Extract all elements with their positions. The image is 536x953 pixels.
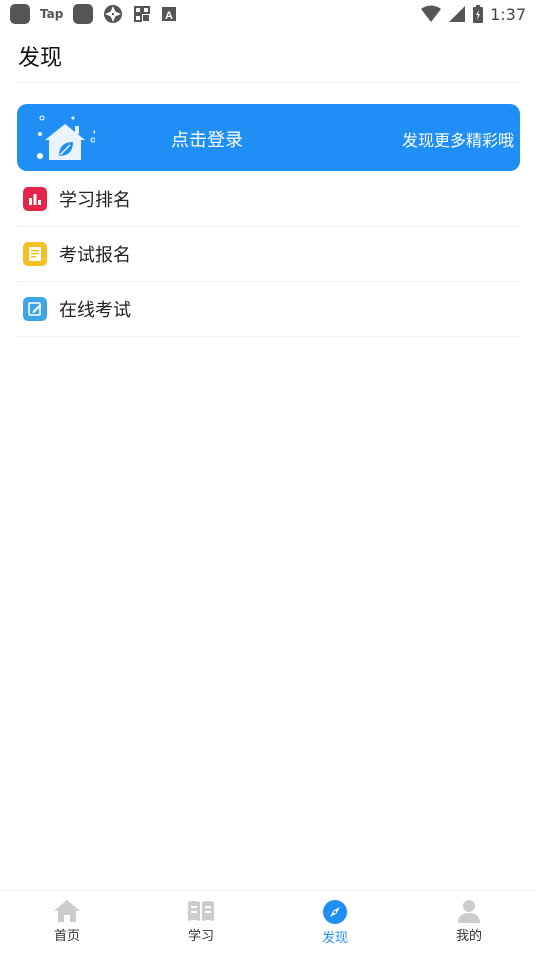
menu-item-learning-ranking[interactable]: 学习排名 <box>17 172 520 227</box>
house-leaf-icon <box>37 115 95 160</box>
login-banner[interactable]: 点击登录 发现更多精彩哦 <box>17 104 520 171</box>
nav-home[interactable]: 首页 <box>0 891 134 953</box>
signal-icon <box>449 6 466 22</box>
app-icon <box>10 4 30 24</box>
document-icon <box>23 242 47 266</box>
edit-icon <box>23 297 47 321</box>
bottom-nav: 首页 学习 发现 我的 <box>0 890 536 953</box>
a-icon: A <box>162 7 177 22</box>
page-title: 发现 <box>18 46 63 71</box>
svg-text:A: A <box>165 10 173 22</box>
home-icon <box>54 900 80 922</box>
compass-icon <box>323 900 347 924</box>
nav-label: 学习 <box>187 929 214 944</box>
menu-list: 学习排名 考试报名 在线考试 <box>17 172 520 337</box>
aperture-icon <box>104 5 123 23</box>
grid-icon <box>134 6 151 22</box>
login-text[interactable]: 点击登录 <box>171 126 243 152</box>
battery-icon <box>473 5 484 23</box>
menu-item-label: 在线考试 <box>59 300 131 321</box>
menu-item-exam-registration[interactable]: 考试报名 <box>17 227 520 282</box>
nav-discover[interactable]: 发现 <box>268 891 402 953</box>
header-divider <box>16 82 520 83</box>
nav-label: 我的 <box>455 929 482 944</box>
status-bar: Tap A 1:37 <box>0 0 536 28</box>
nav-mine[interactable]: 我的 <box>402 891 536 953</box>
nav-label: 首页 <box>53 929 80 944</box>
bar-chart-icon <box>23 187 47 211</box>
clock: 1:37 <box>490 4 526 24</box>
nav-study[interactable]: 学习 <box>134 891 268 953</box>
menu-item-label: 考试报名 <box>59 245 131 266</box>
wifi-icon <box>421 5 442 22</box>
nav-label: 发现 <box>321 931 348 946</box>
taptap-icon: Tap <box>40 7 64 21</box>
status-system: 1:37 <box>420 4 526 24</box>
menu-item-label: 学习排名 <box>59 190 131 211</box>
status-notifications: Tap A <box>10 4 177 24</box>
menu-item-online-exam[interactable]: 在线考试 <box>17 282 520 337</box>
banner-tagline: 发现更多精彩哦 <box>401 131 514 150</box>
user-icon <box>458 900 480 923</box>
book-icon <box>188 901 214 921</box>
app-icon <box>73 4 94 24</box>
